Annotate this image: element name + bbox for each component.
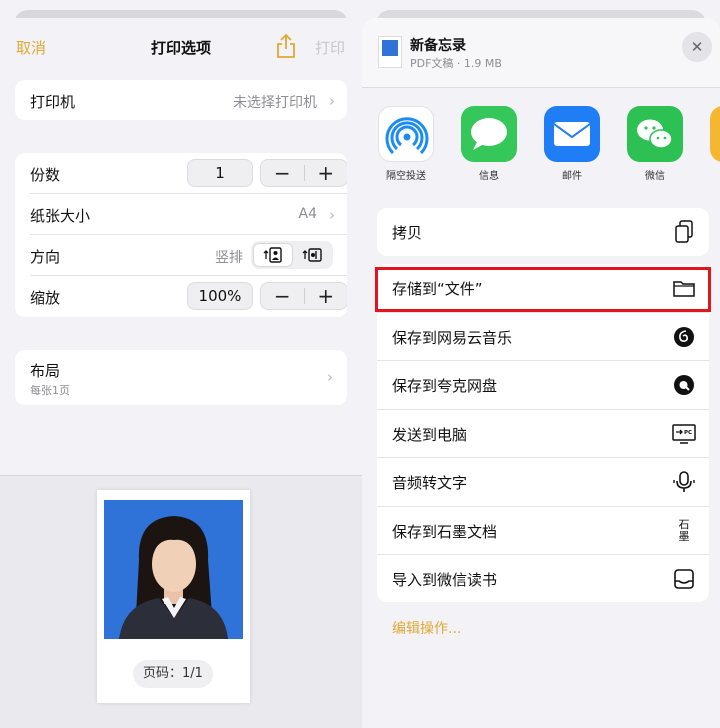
action-label: 保存到网易云音乐 <box>392 328 513 347</box>
wechat-read-icon <box>671 566 697 592</box>
wechat-icon <box>627 106 683 162</box>
app-partial[interactable] <box>710 106 720 162</box>
page-title: 打印选项 <box>150 39 211 57</box>
document-subtitle: PDF文稿 · 1.9 MB <box>410 57 502 70</box>
mail-icon <box>544 106 600 162</box>
actions-list: 存储到“文件” 保存到网易云音乐 保存到夸克网盘 发送到电脑 PC 音频转文字 <box>377 264 709 602</box>
orientation-toggle[interactable] <box>251 241 333 269</box>
printer-card[interactable]: 打印机 未选择打印机 › <box>15 80 347 120</box>
app-wechat[interactable]: 微信 <box>627 106 683 182</box>
page-preview[interactable]: 页码：1/1 <box>97 490 250 703</box>
orientation-value: 竖排 <box>215 250 243 266</box>
plus-icon[interactable]: + <box>305 160 348 186</box>
send-to-pc-icon: PC <box>671 421 697 447</box>
copies-stepper[interactable]: − + <box>260 159 347 187</box>
app-mail[interactable]: 邮件 <box>544 106 600 182</box>
action-netease-music[interactable]: 保存到网易云音乐 <box>377 313 709 361</box>
svg-text:PC: PC <box>684 430 692 436</box>
action-copy[interactable]: 拷贝 <box>377 208 709 257</box>
action-wechat-read[interactable]: 导入到微信读书 <box>377 555 709 604</box>
options-card: 份数 1 − + 纸张大小 A4 › 方向 竖排 缩放 100% − + <box>15 153 347 317</box>
edit-actions-link[interactable]: 编辑操作... <box>392 618 461 638</box>
plus-icon[interactable]: + <box>305 283 348 309</box>
action-label: 发送到电脑 <box>392 425 468 444</box>
chevron-right-icon: › <box>329 206 335 224</box>
app-name: 信息 <box>479 171 499 182</box>
audio-to-text-icon <box>671 469 697 495</box>
action-label: 拷贝 <box>392 224 423 242</box>
landscape-icon[interactable] <box>293 243 331 267</box>
paper-size-value: A4 <box>298 206 317 222</box>
scale-value[interactable]: 100% <box>187 282 253 310</box>
scale-row: 缩放 100% − + <box>30 276 347 317</box>
copy-card: 拷贝 <box>377 208 709 256</box>
quark-icon <box>671 372 697 398</box>
action-quark[interactable]: 保存到夸克网盘 <box>377 361 709 410</box>
printer-row[interactable]: 打印机 未选择打印机 › <box>30 80 347 120</box>
scale-label: 缩放 <box>30 289 61 307</box>
share-header: 新备忘录 PDF文稿 · 1.9 MB ✕ <box>362 18 720 88</box>
netease-music-icon <box>671 324 697 350</box>
action-label: 导入到微信读书 <box>392 571 498 589</box>
airdrop-icon <box>378 106 434 162</box>
messages-icon <box>461 106 517 162</box>
app-name: 隔空投送 <box>386 171 426 182</box>
layout-card[interactable]: 布局 每张1页 › <box>15 350 347 405</box>
app-airdrop[interactable]: 隔空投送 <box>378 106 434 182</box>
action-label: 保存到石墨文档 <box>392 522 498 541</box>
action-shimo[interactable]: 保存到石墨文档 石墨 <box>377 507 709 555</box>
page-number-label: 页码：1/1 <box>133 660 213 688</box>
app-name: 微信 <box>645 171 665 182</box>
orientation-label: 方向 <box>30 248 61 266</box>
paper-size-label: 纸张大小 <box>30 207 91 225</box>
app-row: 隔空投送 信息 邮件 微信 <box>362 100 720 190</box>
copies-row: 份数 1 − + <box>30 153 347 194</box>
print-button[interactable]: 打印 <box>315 37 345 58</box>
orientation-row: 方向 竖排 <box>30 235 347 276</box>
share-icon[interactable] <box>274 33 298 59</box>
minus-icon[interactable]: − <box>261 283 304 309</box>
chevron-right-icon: › <box>329 92 335 110</box>
action-audio-to-text[interactable]: 音频转文字 <box>377 458 709 507</box>
layout-sub: 每张1页 <box>30 384 70 397</box>
printer-value: 未选择打印机 <box>233 95 317 111</box>
app-name: 邮件 <box>562 171 582 182</box>
minus-icon[interactable]: − <box>261 160 304 186</box>
action-label: 音频转文字 <box>392 474 468 492</box>
copies-value[interactable]: 1 <box>187 159 253 187</box>
portrait-photo <box>104 500 243 639</box>
scale-stepper[interactable]: − + <box>260 282 347 310</box>
copy-icon <box>671 219 697 245</box>
printer-label: 打印机 <box>30 93 76 111</box>
document-title: 新备忘录 <box>410 38 466 54</box>
shimo-icon: 石墨 <box>678 517 690 543</box>
layout-label: 布局 <box>30 362 61 380</box>
share-sheet-panel: 新备忘录 PDF文稿 · 1.9 MB ✕ 隔空投送 信息 邮件 微信 拷贝 存… <box>362 0 720 728</box>
copies-label: 份数 <box>30 166 61 184</box>
document-thumbnail <box>378 36 402 68</box>
highlight-box <box>375 267 711 312</box>
action-label: 保存到夸克网盘 <box>392 377 498 395</box>
paper-size-row[interactable]: 纸张大小 A4 › <box>30 194 347 235</box>
app-messages[interactable]: 信息 <box>461 106 517 182</box>
app-partial-icon <box>710 106 720 162</box>
close-icon[interactable]: ✕ <box>682 32 712 62</box>
action-send-to-pc[interactable]: 发送到电脑 PC <box>377 410 709 458</box>
portrait-icon[interactable] <box>253 243 293 267</box>
chevron-right-icon: › <box>327 368 333 386</box>
print-options-panel: 取消 打印选项 打印 打印机 未选择打印机 › 份数 1 − + 纸张大小 A4 … <box>0 0 362 728</box>
